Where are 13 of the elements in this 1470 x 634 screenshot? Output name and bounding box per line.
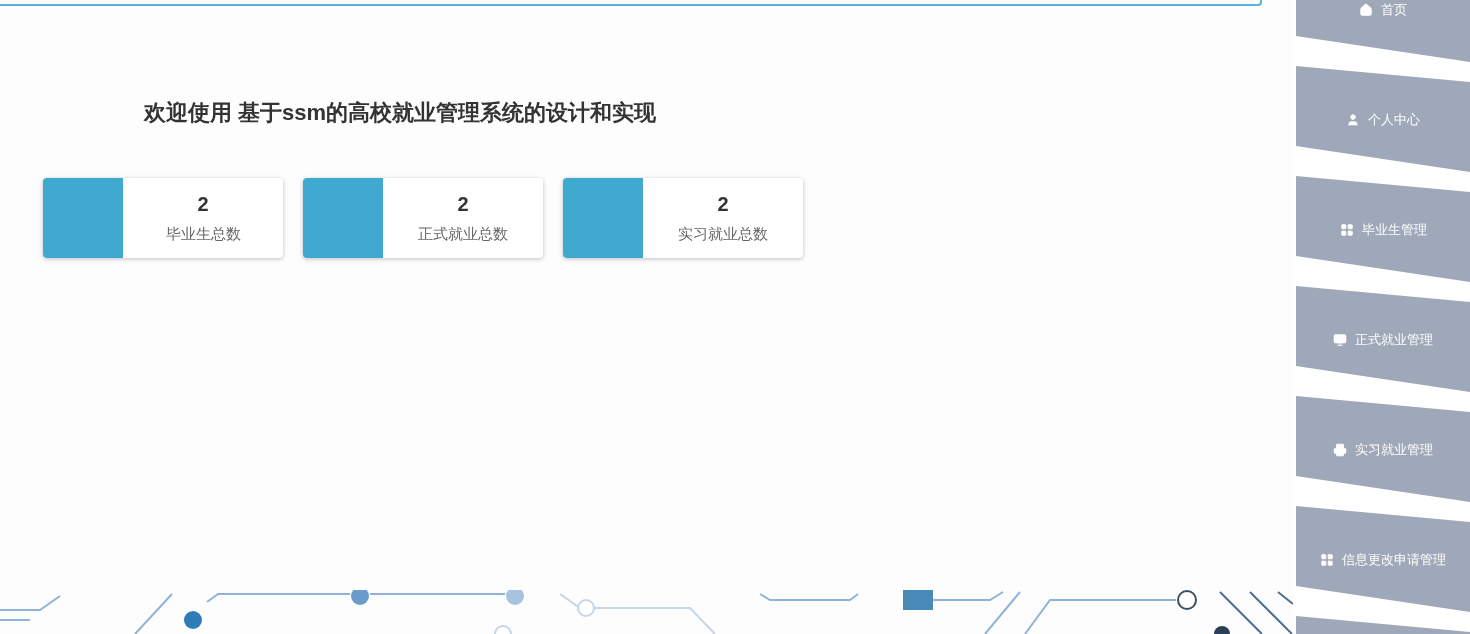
stat-label: 实习就业总数 xyxy=(678,224,768,244)
monitor-icon xyxy=(1333,333,1347,347)
stat-count: 2 xyxy=(197,192,209,216)
printer-icon xyxy=(1333,443,1347,457)
home-icon xyxy=(1359,3,1373,17)
user-icon xyxy=(1346,113,1360,127)
stat-label: 正式就业总数 xyxy=(418,224,508,244)
welcome-title: 欢迎使用 基于ssm的高校就业管理系统的设计和实现 xyxy=(144,99,658,127)
grid-icon xyxy=(1320,553,1334,567)
stat-count: 2 xyxy=(457,192,469,216)
stat-label: 毕业生总数 xyxy=(165,224,241,244)
grid-icon xyxy=(1339,223,1354,237)
stat-count: 2 xyxy=(717,192,729,216)
